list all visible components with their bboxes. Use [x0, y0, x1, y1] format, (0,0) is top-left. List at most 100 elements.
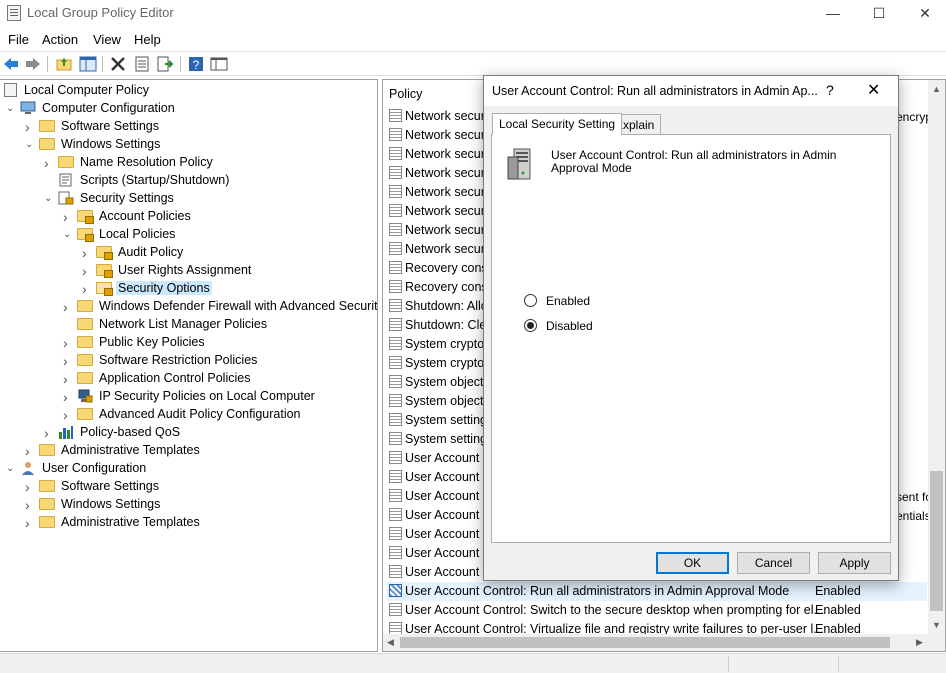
policy-setting-icon [389, 147, 402, 160]
chevron-right-icon[interactable]: › [63, 408, 73, 422]
chevron-right-icon[interactable]: › [82, 282, 92, 296]
ok-button[interactable]: OK [656, 552, 729, 574]
policy-setting-icon [389, 204, 402, 217]
enabled-radio-label[interactable]: Enabled [546, 294, 590, 308]
tab-panel: User Account Control: Run all administra… [491, 134, 891, 543]
chevron-down-icon[interactable]: ⌄ [6, 463, 16, 475]
policy-setting-icon [389, 432, 402, 445]
show-hide-tree-icon[interactable] [79, 55, 97, 73]
policy-name: Network securi [405, 147, 488, 161]
vertical-scroll-thumb[interactable] [930, 471, 943, 611]
qos-chart-icon [58, 425, 74, 439]
tab-local-security-setting[interactable]: Local Security Setting [492, 113, 623, 135]
close-button[interactable]: ✕ [902, 0, 946, 26]
back-arrow-icon[interactable] [2, 55, 20, 73]
chevron-right-icon[interactable]: › [63, 210, 73, 224]
policy-name: Network securi [405, 242, 488, 256]
chevron-right-icon[interactable]: › [44, 426, 54, 440]
policy-name: System objects [405, 394, 490, 408]
extended-view-icon[interactable] [210, 55, 228, 73]
policy-setting-icon [389, 508, 402, 521]
chevron-right-icon[interactable]: › [63, 354, 73, 368]
policy-name: System objects [405, 375, 490, 389]
dialog-help-button[interactable]: ? [826, 82, 834, 98]
minimize-button[interactable]: — [810, 0, 856, 26]
policy-setting-icon [389, 356, 402, 369]
horizontal-scroll-thumb[interactable] [400, 637, 890, 648]
scroll-right-arrow-icon[interactable]: ▶ [916, 637, 923, 648]
policy-editor-app-icon [7, 5, 21, 21]
vertical-scrollbar[interactable]: ▲ ▼ [928, 80, 945, 651]
chevron-right-icon[interactable]: › [44, 156, 54, 170]
cancel-button[interactable]: Cancel [737, 552, 810, 574]
tree-item-label: Security Settings [80, 191, 174, 205]
policy-setting-icon [389, 337, 402, 350]
folder-icon [58, 156, 74, 168]
chevron-right-icon[interactable]: › [25, 498, 35, 512]
folder-icon [77, 300, 93, 312]
tree-item-label: Policy-based QoS [80, 425, 181, 439]
policy-name: Shutdown: Cle [405, 318, 487, 332]
tree-item-label: Public Key Policies [99, 335, 205, 349]
properties-icon[interactable] [133, 55, 151, 73]
menu-action[interactable]: Action [42, 29, 78, 50]
chevron-right-icon[interactable]: › [25, 444, 35, 458]
enabled-radio[interactable] [524, 294, 537, 307]
tree-item-label: Software Settings [61, 119, 159, 133]
chevron-down-icon[interactable]: ⌄ [25, 139, 35, 151]
window-title: Local Group Policy Editor [27, 5, 174, 20]
horizontal-scrollbar[interactable]: ◀ ▶ [383, 634, 930, 651]
chevron-right-icon[interactable]: › [63, 336, 73, 350]
folder-icon [77, 408, 93, 420]
tree-item-label: Software Restriction Policies [99, 353, 258, 367]
forward-arrow-icon[interactable] [24, 55, 42, 73]
policy-document-icon [4, 83, 17, 97]
policy-setting-icon [389, 451, 402, 464]
scroll-down-arrow-icon[interactable]: ▼ [932, 620, 941, 630]
tree-item-label: Security Options [116, 281, 212, 295]
menu-file[interactable]: File [8, 29, 29, 50]
policy-name: User Account C [405, 527, 492, 541]
chevron-right-icon[interactable]: › [25, 516, 35, 530]
disabled-radio[interactable] [524, 319, 537, 332]
policy-name: System settings [405, 413, 494, 427]
chevron-right-icon[interactable]: › [82, 264, 92, 278]
chevron-right-icon[interactable]: › [63, 300, 73, 314]
disabled-radio-label[interactable]: Disabled [546, 319, 593, 333]
policy-name: User Account C [405, 470, 492, 484]
help-icon[interactable]: ? [187, 55, 205, 73]
ip-security-icon [77, 389, 93, 403]
policy-row[interactable]: User Account Control: Switch to the secu… [387, 601, 927, 620]
chevron-down-icon[interactable]: ⌄ [63, 229, 73, 241]
export-list-icon[interactable] [156, 55, 174, 73]
tree-item-label: Account Policies [99, 209, 191, 223]
dialog-close-button[interactable]: ✕ [867, 80, 880, 100]
security-settings-icon [58, 191, 74, 205]
scroll-left-arrow-icon[interactable]: ◀ [387, 637, 394, 648]
chevron-right-icon[interactable]: › [63, 390, 73, 404]
scroll-up-arrow-icon[interactable]: ▲ [932, 84, 941, 94]
apply-button[interactable]: Apply [818, 552, 891, 574]
chevron-right-icon[interactable]: › [63, 372, 73, 386]
policy-row[interactable]: User Account Control: Run all administra… [387, 582, 927, 601]
tree-item-label: User Rights Assignment [118, 263, 252, 277]
maximize-button[interactable]: ☐ [856, 0, 902, 26]
folder-icon [39, 444, 55, 456]
column-header-policy[interactable]: Policy [389, 87, 422, 101]
chevron-down-icon[interactable]: ⌄ [6, 103, 16, 115]
policy-name: Network securi [405, 185, 488, 199]
folder-icon [77, 372, 93, 384]
chevron-down-icon[interactable]: ⌄ [44, 193, 54, 205]
tree-item-label: Windows Settings [61, 137, 161, 151]
security-setting-value: Enabled [815, 584, 861, 598]
chevron-right-icon[interactable]: › [25, 480, 35, 494]
chevron-right-icon[interactable]: › [25, 120, 35, 134]
menu-help[interactable]: Help [134, 29, 161, 50]
chevron-right-icon[interactable]: › [82, 246, 92, 260]
up-folder-icon[interactable] [55, 55, 73, 73]
folder-icon [77, 354, 93, 366]
delete-icon[interactable] [109, 55, 127, 73]
policy-properties-dialog: User Account Control: Run all administra… [483, 75, 899, 581]
policy-setting-icon [389, 166, 402, 179]
menu-view[interactable]: View [93, 29, 121, 50]
